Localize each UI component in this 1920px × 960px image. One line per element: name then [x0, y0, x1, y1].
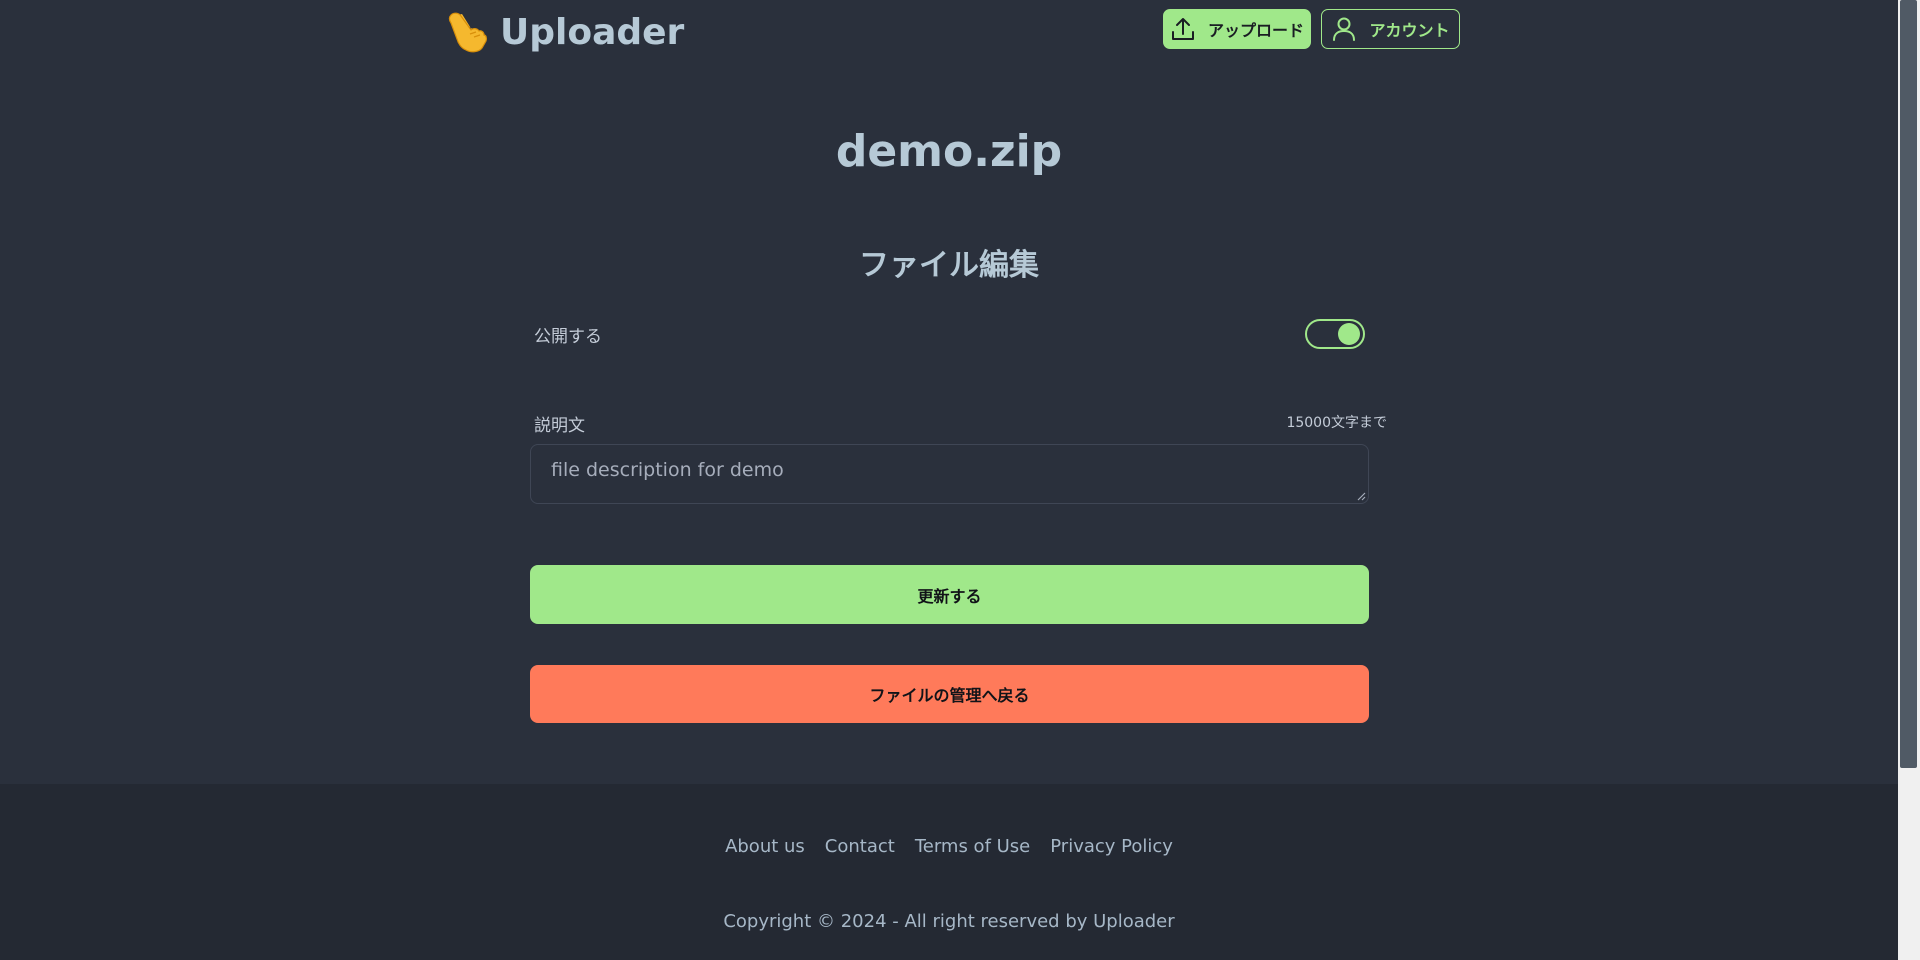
- account-button[interactable]: アカウント: [1321, 9, 1460, 49]
- section-title: ファイル編集: [859, 248, 1039, 283]
- footer-link-about[interactable]: About us: [725, 836, 805, 857]
- back-button-label: ファイルの管理へ戻る: [869, 686, 1030, 705]
- description-textarea[interactable]: file description for demo: [530, 444, 1369, 504]
- back-to-files-button[interactable]: ファイルの管理へ戻る: [530, 665, 1369, 723]
- footer-link-privacy[interactable]: Privacy Policy: [1050, 836, 1173, 857]
- footer-link-contact[interactable]: Contact: [825, 836, 895, 857]
- logo[interactable]: Uploader: [446, 8, 684, 56]
- description-text: file description for demo: [551, 459, 784, 481]
- file-name-title: demo.zip: [835, 126, 1063, 177]
- description-label: 説明文: [534, 416, 585, 436]
- upload-button[interactable]: アップロード: [1163, 9, 1311, 49]
- vertical-scrollbar[interactable]: [1898, 0, 1920, 960]
- account-button-label: アカウント: [1369, 21, 1450, 40]
- footer-nav: About us Contact Terms of Use Privacy Po…: [0, 836, 1898, 857]
- footer-link-terms[interactable]: Terms of Use: [915, 836, 1030, 857]
- update-button[interactable]: 更新する: [530, 565, 1369, 624]
- public-toggle-label: 公開する: [534, 327, 602, 347]
- pointing-hand-icon: [448, 12, 487, 53]
- upload-icon: [1171, 18, 1194, 40]
- upload-button-label: アップロード: [1207, 21, 1304, 40]
- user-icon: [1333, 17, 1356, 41]
- site-header: Uploader アップロード アカウント: [0, 0, 1898, 64]
- copyright-text: Copyright © 2024 - All right reserved by…: [723, 911, 1175, 932]
- public-toggle[interactable]: [1305, 319, 1365, 349]
- resize-grip-icon[interactable]: [1356, 491, 1366, 501]
- toggle-knob: [1338, 323, 1360, 345]
- update-button-label: 更新する: [917, 586, 982, 606]
- scrollbar-thumb[interactable]: [1900, 0, 1917, 768]
- logo-text: Uploader: [500, 11, 685, 53]
- site-footer: About us Contact Terms of Use Privacy Po…: [0, 784, 1898, 960]
- page: Uploader アップロード アカウント demo.zip ファイル編集 公開…: [0, 0, 1920, 960]
- description-limit: 15000文字まで: [1286, 415, 1387, 431]
